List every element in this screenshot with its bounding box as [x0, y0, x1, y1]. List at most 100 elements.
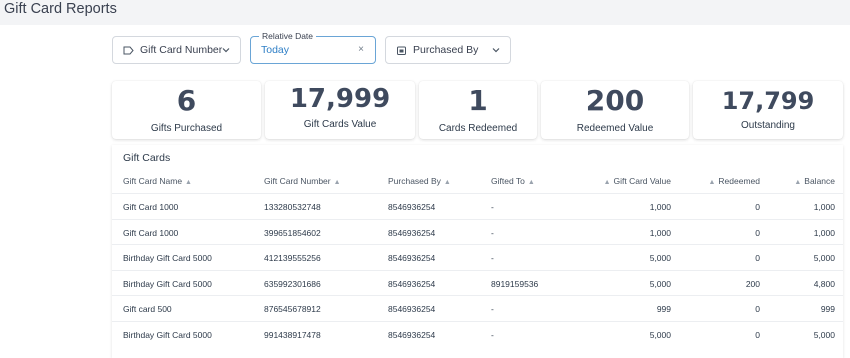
balance-cell: 1,000	[813, 202, 835, 212]
stat-card-cards-redeemed: 1 Cards Redeemed	[419, 81, 537, 139]
relative-date-filter[interactable]: Relative Date Today ×	[250, 31, 376, 64]
gift-card-number-label: Gift Card Number	[140, 44, 223, 56]
purchased-by-cell: 8546936254	[388, 329, 436, 340]
gift-cards-table: Gift Cards Gift Card Name ▲ Gift Card Num…	[112, 145, 843, 358]
sort-icon[interactable]: ▲	[794, 179, 801, 186]
sort-icon[interactable]: ▲	[444, 179, 451, 186]
purchased-by-cell: 8546936254	[388, 227, 436, 238]
gifted-to-cell: -	[491, 253, 494, 263]
relative-date-value[interactable]: Today	[261, 44, 289, 56]
gifted-to-cell: -	[491, 227, 494, 238]
purchased-by-cell: 8546936254	[388, 304, 436, 314]
stat-label: Gifts Purchased	[150, 123, 223, 134]
column-label: Gifted To	[491, 176, 525, 186]
gifted-to-cell: -	[491, 304, 494, 314]
gift-card-value-cell: 1,000	[649, 202, 671, 212]
gift-card-number-cell: 876545678912	[264, 304, 321, 314]
balance-cell: 4,800	[813, 278, 835, 289]
gifted-to-cell: -	[491, 329, 494, 340]
chevron-down-icon[interactable]	[221, 45, 231, 55]
redeemed-cell: 0	[755, 227, 760, 238]
redeemed-cell: 0	[755, 202, 760, 212]
redeemed-cell: 0	[755, 253, 760, 263]
gift-card-value-cell: 5,000	[649, 329, 671, 340]
column-label: Gift Card Value	[613, 176, 671, 186]
column-header-gift-card-value[interactable]: ▲ Gift Card Value	[604, 176, 671, 186]
column-header-purchased-by[interactable]: Purchased By ▲	[388, 176, 451, 186]
gift-card-name-cell: Birthday Gift Card 5000	[123, 278, 212, 289]
stat-card-outstanding: 17,799 Outstanding	[693, 81, 843, 139]
balance-cell: 5,000	[813, 329, 835, 340]
redeemed-cell: 0	[755, 304, 760, 314]
column-label: Gift Card Number	[264, 176, 331, 186]
stat-card-gifts-purchased: 6 Gifts Purchased	[112, 81, 261, 139]
column-header-balance[interactable]: ▲ Balance	[794, 176, 835, 186]
column-label: Gift Card Name	[123, 176, 183, 186]
table-title: Gift Cards	[123, 152, 171, 164]
stat-value: 6	[176, 84, 197, 117]
gift-card-name-cell: Birthday Gift Card 5000	[123, 329, 212, 340]
stat-card-redeemed-value: 200 Redeemed Value	[541, 81, 689, 139]
column-label: Redeemed	[718, 176, 760, 186]
column-header-gift-card-number[interactable]: Gift Card Number ▲	[264, 176, 341, 186]
gift-card-number-cell: 412139555256	[264, 253, 321, 263]
gift-card-name-cell: Birthday Gift Card 5000	[123, 253, 212, 263]
gift-card-value-cell: 999	[656, 304, 671, 314]
column-header-redeemed[interactable]: ▲ Redeemed	[708, 176, 760, 186]
purchased-by-filter[interactable]: Purchased By	[385, 36, 511, 64]
balance-cell: 999	[820, 304, 835, 314]
stat-label: Gift Cards Value	[303, 119, 377, 130]
header-bar: Gift Card Reports	[0, 0, 850, 25]
gift-card-number-cell: 635992301686	[264, 278, 321, 289]
gift-card-number-cell: 133280532748	[264, 202, 321, 212]
gift-card-value-cell: 5,000	[649, 278, 671, 289]
balance-cell: 1,000	[813, 227, 835, 238]
tag-icon	[122, 44, 134, 56]
column-label: Balance	[804, 176, 835, 186]
sort-icon[interactable]: ▲	[334, 179, 341, 186]
purchased-by-cell: 8546936254	[388, 253, 436, 263]
stat-label: Cards Redeemed	[438, 123, 518, 134]
table-row[interactable]: Birthday Gift Card 5000 635992301686 85469…	[112, 269, 843, 295]
sort-icon[interactable]: ▲	[528, 179, 535, 186]
gifted-to-cell: 8919159536	[491, 278, 539, 289]
page-title: Gift Card Reports	[4, 1, 117, 17]
column-header-gift-card-name[interactable]: Gift Card Name ▲	[123, 176, 192, 186]
clear-icon[interactable]: ×	[358, 44, 364, 55]
gift-card-number-filter[interactable]: Gift Card Number	[112, 36, 241, 64]
table-row[interactable]: Gift Card 1000 399651854602 8546936254 - 1,0…	[112, 218, 843, 244]
sort-icon[interactable]: ▲	[708, 179, 715, 186]
gifted-to-cell: -	[491, 202, 494, 212]
gift-card-number-cell: 991438917478	[264, 329, 321, 340]
purchased-by-cell: 8546936254	[388, 202, 436, 212]
column-label: Purchased By	[388, 176, 441, 186]
gift-card-number-cell: 399651854602	[264, 227, 321, 238]
sort-icon[interactable]: ▲	[185, 179, 192, 186]
stat-label: Outstanding	[741, 120, 795, 131]
column-header-gifted-to[interactable]: Gifted To ▲	[491, 176, 535, 186]
stat-value: 17,799	[721, 87, 815, 115]
table-row[interactable]: Birthday Gift Card 5000 412139555256 85469…	[112, 244, 843, 269]
relative-date-label: Relative Date	[259, 31, 317, 41]
gift-card-value-cell: 1,000	[649, 227, 671, 238]
stat-value: 17,999	[289, 84, 391, 114]
stat-card-gift-cards-value: 17,999 Gift Cards Value	[265, 81, 415, 139]
content-area: Gift Card Number Relative Date Today × P…	[0, 25, 850, 358]
sort-icon[interactable]: ▲	[604, 179, 611, 186]
redeemed-cell: 200	[745, 278, 760, 289]
redeemed-cell: 0	[755, 329, 760, 340]
table-row[interactable]: Gift Card 1000 133280532748 8546936254 - 1,0…	[112, 193, 843, 218]
calendar-icon	[395, 44, 407, 56]
chevron-down-icon[interactable]	[491, 45, 501, 55]
gift-card-name-cell: Gift Card 1000	[123, 202, 179, 212]
gift-card-name-cell: Gift card 500	[123, 304, 172, 314]
gift-card-name-cell: Gift Card 1000	[123, 227, 179, 238]
table-row[interactable]: Gift card 500 876545678912 8546936254 - 999 0…	[112, 295, 843, 320]
stat-value: 200	[585, 84, 645, 117]
stat-label: Redeemed Value	[576, 123, 654, 134]
balance-cell: 5,000	[813, 253, 835, 263]
stat-value: 1	[468, 84, 488, 117]
purchased-by-cell: 8546936254	[388, 278, 436, 289]
table-row[interactable]: Birthday Gift Card 5000 991438917478 85469…	[112, 320, 843, 346]
gift-card-value-cell: 5,000	[649, 253, 671, 263]
